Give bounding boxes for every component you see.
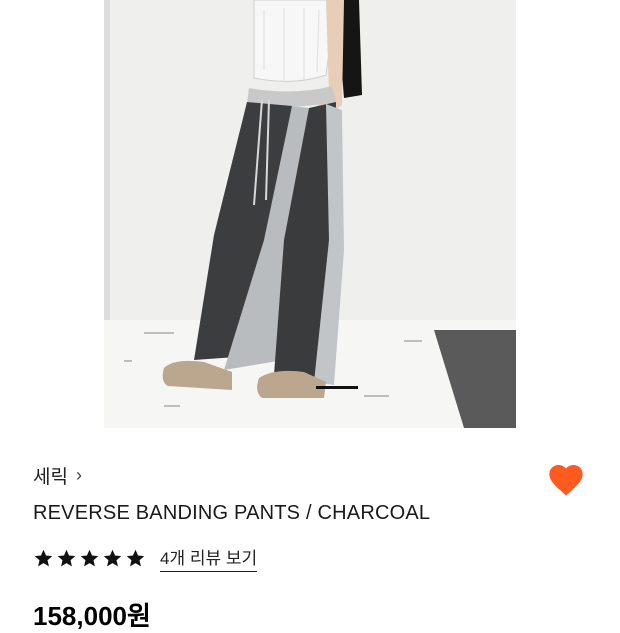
product-image[interactable] bbox=[104, 0, 516, 428]
product-title: REVERSE BANDING PANTS / CHARCOAL bbox=[33, 502, 431, 524]
price: 158,000원 bbox=[33, 601, 151, 631]
rating-stars bbox=[33, 548, 146, 569]
star-icon bbox=[34, 549, 53, 566]
star-icon bbox=[126, 549, 145, 566]
star-icon bbox=[57, 549, 76, 566]
heart-icon bbox=[549, 465, 583, 496]
star-icon bbox=[80, 549, 99, 566]
wishlist-button[interactable] bbox=[546, 460, 586, 500]
star-icon bbox=[103, 549, 122, 566]
chevron-right-icon: › bbox=[75, 465, 82, 485]
rating-row: 4개 리뷰 보기 bbox=[33, 544, 258, 572]
brand-name: 세릭 bbox=[33, 467, 68, 488]
review-link[interactable]: 4개 리뷰 보기 bbox=[160, 544, 258, 572]
brand-link[interactable]: 세릭 › bbox=[33, 462, 82, 489]
